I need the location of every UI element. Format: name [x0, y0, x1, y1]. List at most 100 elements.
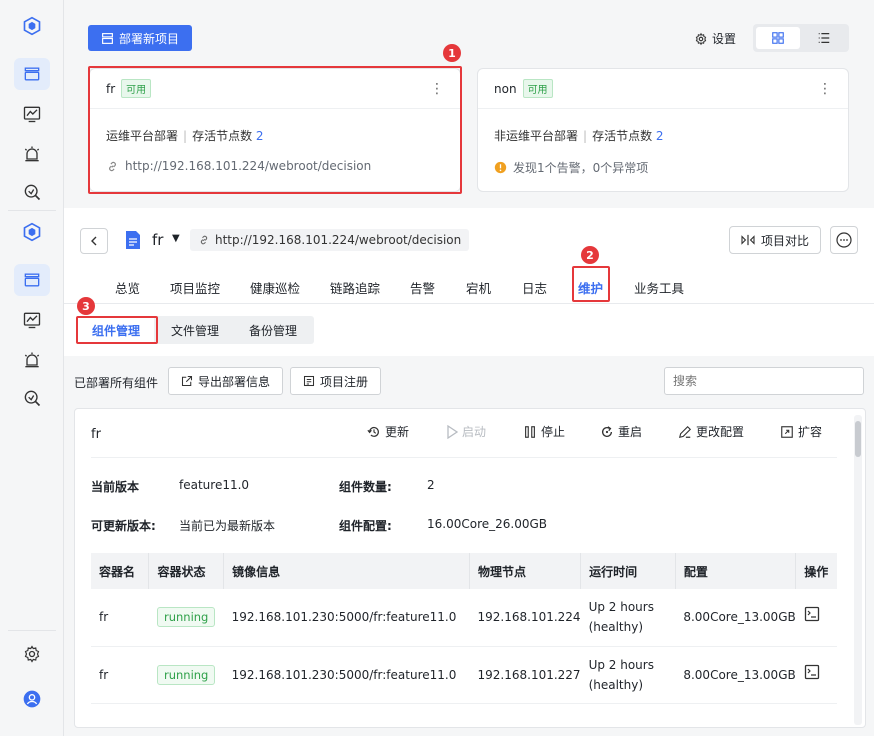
subtab-backup-mgmt[interactable]: 备份管理 [234, 316, 312, 344]
tab-health-check[interactable]: 健康巡检 [250, 278, 300, 297]
list-icon [818, 33, 830, 43]
health-line: (healthy) [588, 620, 644, 635]
card-type: 运维平台部署 [106, 129, 179, 143]
sidebar-item-alert-icon-2[interactable] [14, 344, 50, 376]
scale-button[interactable]: 扩容 [780, 423, 822, 440]
subtab-file-mgmt[interactable]: 文件管理 [156, 316, 234, 344]
column-header: 配置 [675, 553, 797, 589]
scrollbar[interactable] [854, 415, 862, 725]
health-line: (healthy) [588, 677, 644, 692]
project-url[interactable]: http://192.168.101.224/webroot/decision [190, 229, 470, 251]
tab-trace[interactable]: 链路追踪 [330, 278, 380, 297]
project-detail: fr ▼ http://192.168.101.224/webroot/deci… [64, 208, 874, 736]
sidebar-item-monitor-icon[interactable] [14, 98, 50, 130]
terminal-icon[interactable] [804, 606, 820, 622]
register-icon [303, 375, 315, 387]
project-card-fr[interactable]: fr 可用 ⋮ 运维平台部署 | 存活节点数 2 http://192.168.10… [89, 68, 461, 192]
divider [91, 457, 837, 458]
back-button[interactable] [80, 228, 108, 254]
tab-project-monitor[interactable]: 项目监控 [170, 278, 220, 297]
update-version-value: 当前已为最新版本 [179, 519, 276, 533]
link-icon [109, 161, 116, 171]
version-value: feature11.0 [179, 478, 250, 492]
app-logo-icon-2[interactable] [14, 216, 50, 248]
more-vertical-icon[interactable]: ⋮ [430, 81, 444, 97]
card-type: 非运维平台部署 [494, 129, 579, 143]
sidebar-item-projects-icon-2[interactable] [14, 264, 50, 296]
export-deploy-info-button[interactable]: 导出部署信息 [168, 367, 284, 395]
deploy-label: 部署新项目 [118, 31, 179, 46]
card-warning-text: 发现1个告警，0个异常项 [513, 161, 649, 175]
config-label: 组件配置: [339, 519, 392, 533]
sidebar-item-projects-icon[interactable] [14, 58, 50, 90]
register-label: 项目注册 [320, 374, 369, 389]
uptime-line: Up 2 hours [588, 600, 654, 615]
sidebar-item-tools-icon[interactable] [14, 176, 50, 208]
column-header: 物理节点 [469, 553, 582, 589]
card-name: non [494, 81, 517, 96]
table-header-row: 容器名 容器状态 镜像信息 物理节点 运行时间 配置 操作 [91, 553, 837, 589]
image-info: 192.168.101.230:5000/fr:feature11.0 [223, 589, 470, 647]
gear-icon[interactable] [14, 638, 50, 670]
config: 8.00Core_13.00GB [675, 646, 796, 704]
restart-button[interactable]: 重启 [600, 423, 642, 440]
column-header: 镜像信息 [223, 553, 470, 589]
export-icon [181, 375, 193, 387]
version-label: 当前版本 [91, 480, 140, 494]
settings-button[interactable]: 设置 [694, 30, 736, 47]
chevron-left-icon [91, 236, 97, 246]
uptime-line: Up 2 hours [588, 657, 654, 672]
search-input[interactable] [664, 367, 864, 395]
project-name: fr [152, 231, 164, 249]
tab-crash[interactable]: 宕机 [466, 278, 491, 297]
table-row: fr running 192.168.101.230:5000/fr:featu… [91, 646, 837, 704]
tab-alert[interactable]: 告警 [410, 278, 435, 297]
expand-icon [781, 425, 793, 438]
sidebar-item-monitor-icon-2[interactable] [14, 304, 50, 336]
image-info: 192.168.101.230:5000/fr:feature11.0 [223, 646, 470, 704]
sidebar-divider [8, 210, 56, 211]
sidebar-item-tools-icon-2[interactable] [14, 382, 50, 414]
terminal-icon[interactable] [804, 664, 820, 680]
update-version-label: 可更新版本: [91, 519, 156, 533]
status-badge: running [156, 664, 216, 685]
gear-icon-small [695, 32, 707, 45]
sidebar-item-alert-icon[interactable] [14, 138, 50, 170]
annotation-badge-2: 2 [581, 246, 599, 264]
app-logo-icon[interactable] [14, 10, 50, 42]
more-options-button[interactable] [830, 226, 858, 254]
container-table: 容器名 容器状态 镜像信息 物理节点 运行时间 配置 操作 fr running… [91, 553, 837, 704]
user-avatar-icon[interactable] [14, 683, 50, 715]
update-button[interactable]: 更新 [367, 423, 409, 440]
deploy-new-project-button[interactable]: 部署新项目 [88, 25, 192, 51]
deployed-components-label: 已部署所有组件 [74, 376, 159, 390]
project-dropdown-icon[interactable]: ▼ [172, 233, 180, 244]
card-url[interactable]: http://192.168.101.224/webroot/decision [106, 159, 371, 173]
tab-business-tools[interactable]: 业务工具 [634, 278, 684, 297]
project-card-non[interactable]: non 可用 ⋮ 非运维平台部署 | 存活节点数 2 发现1个告警，0个异常项 [477, 68, 849, 192]
project-overview: 部署新项目 设置 fr 可用 ⋮ 运维平台部署 | 存活节点数 2 http://1… [64, 0, 874, 208]
change-config-label: 更改配置 [696, 425, 745, 439]
tab-overview[interactable]: 总览 [115, 278, 140, 297]
project-compare-button[interactable]: 项目对比 [729, 226, 821, 254]
more-vertical-icon[interactable]: ⋮ [818, 81, 832, 97]
start-button[interactable]: 启动 [446, 423, 486, 440]
play-icon [447, 424, 458, 439]
node: 192.168.101.227 [469, 646, 581, 704]
list-view-button[interactable] [802, 27, 846, 49]
column-header: 运行时间 [580, 553, 676, 589]
edit-icon [678, 425, 692, 438]
project-register-button[interactable]: 项目注册 [290, 367, 382, 395]
scroll-thumb[interactable] [855, 421, 861, 457]
compare-label: 项目对比 [760, 233, 809, 248]
container-name: fr [91, 646, 149, 704]
tab-log[interactable]: 日志 [522, 278, 547, 297]
sidebar-divider-bottom [8, 630, 56, 631]
tab-maintenance[interactable]: 维护 [578, 278, 603, 297]
component-content: 已部署所有组件 导出部署信息 项目注册 fr 更新 启动 [64, 356, 874, 736]
deploy-icon [102, 32, 113, 44]
grid-view-button[interactable] [756, 27, 800, 49]
subtab-component-mgmt[interactable]: 组件管理 [78, 316, 154, 344]
stop-button[interactable]: 停止 [523, 423, 565, 440]
change-config-button[interactable]: 更改配置 [678, 423, 744, 440]
